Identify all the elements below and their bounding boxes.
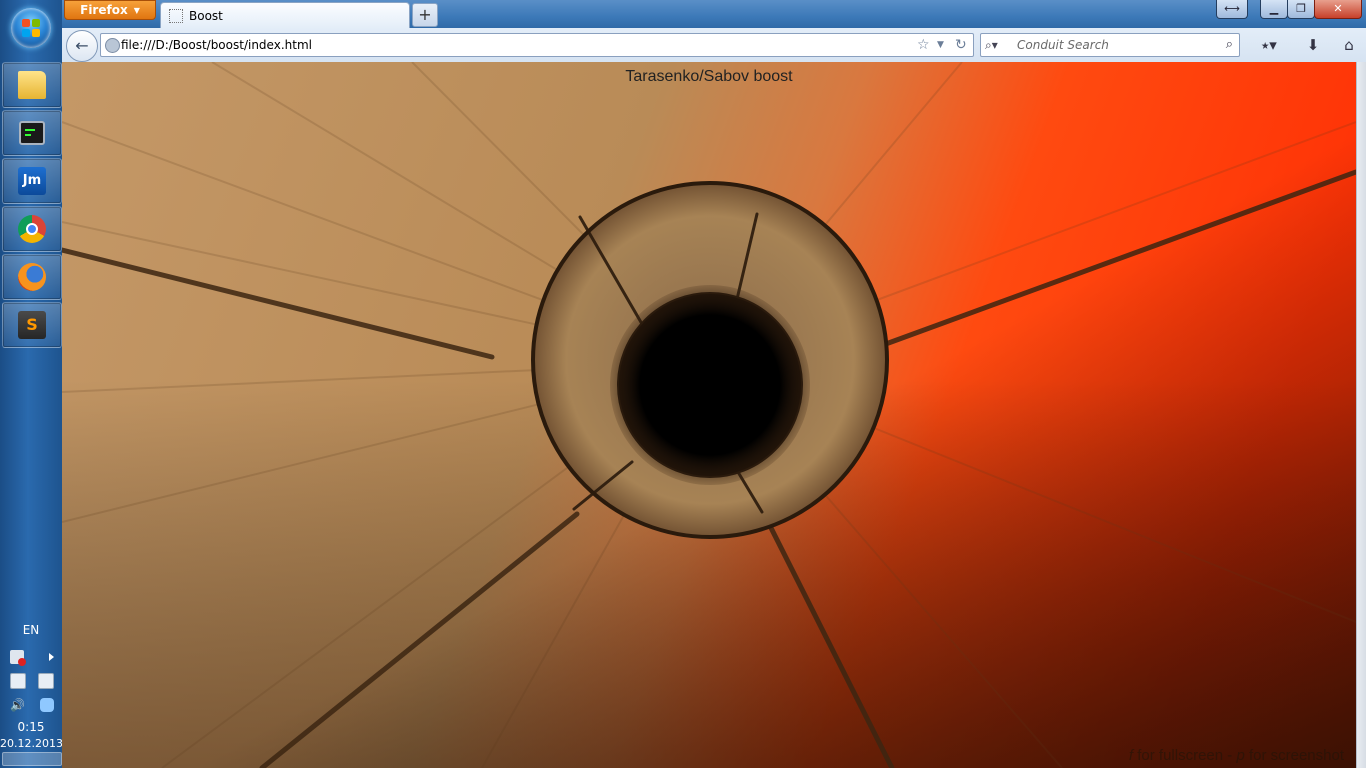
taskbar-jetbrains-button[interactable]: Jm [2,158,62,204]
back-button[interactable]: ← [66,30,98,62]
new-tab-button[interactable]: + [412,3,438,27]
system-tray: EN 🔊 0:15 20.12.2013 [0,615,63,768]
search-engine-icon[interactable]: ⌕▾ [985,34,998,56]
keyboard-hint: f for fullscreen - p for screenshot [1129,747,1344,764]
firefox-icon [18,263,46,291]
clipboard-icon[interactable] [10,673,26,689]
terminal-icon [19,121,45,145]
show-hidden-icons-arrow-icon[interactable] [49,653,54,661]
browser-titlebar: Firefox ▼ Boost + ⟷ ▁ ❐ ✕ [62,0,1366,29]
close-window-button[interactable]: ✕ [1314,0,1362,19]
bookmarks-icon: ⭑▾ [1261,36,1277,54]
taskbar-terminal-button[interactable] [2,110,62,156]
page-scrollbar[interactable] [1356,62,1366,768]
arrow-left-icon: ← [75,36,89,55]
action-center-flag-icon[interactable] [10,650,26,666]
hint-text-f: for fullscreen - [1133,747,1237,764]
page-favicon-icon [169,9,183,23]
sublime-text-icon: S [18,311,46,339]
minimize-icon: ▁ [1269,2,1279,15]
network-icon[interactable] [38,673,54,689]
restore-size-button[interactable]: ⟷ [1216,0,1248,19]
url-text[interactable]: file:///D:/Boost/boost/index.html [121,34,312,56]
volume-icon[interactable]: 🔊 [10,698,25,712]
show-desktop-button[interactable] [2,752,62,766]
hint-key-p: p [1236,747,1245,764]
reload-icon[interactable]: ↻ [955,34,967,56]
search-go-icon[interactable]: ⌕ [1226,34,1233,56]
folder-icon [18,71,46,99]
bluetooth-icon[interactable] [40,698,54,712]
language-indicator[interactable]: EN [0,623,62,637]
resize-arrows-icon: ⟷ [1224,2,1240,15]
home-button[interactable]: ⌂ [1338,34,1360,56]
download-arrow-icon: ⬇ [1306,36,1320,54]
firefox-menu-label: Firefox [80,3,128,17]
home-icon: ⌂ [1344,36,1354,54]
bookmark-star-icon[interactable]: ☆ [917,34,930,56]
site-identity-icon[interactable] [105,38,120,53]
tab-boost[interactable]: Boost [160,2,410,29]
close-icon: ✕ [1333,2,1343,15]
start-button[interactable] [11,8,51,48]
maximize-button[interactable]: ❐ [1287,0,1315,19]
tunnel-scene[interactable] [62,62,1356,768]
bookmarks-menu-button[interactable]: ⭑▾ [1258,34,1280,56]
navigation-toolbar: ← file:///D:/Boost/boost/index.html ☆ ▼ … [62,28,1366,63]
clock-date[interactable]: 20.12.2013 [0,737,63,750]
page-viewport: Tarasenko/Sabov boost f for fullscreen -… [62,62,1356,768]
tunnel-hole [610,285,810,485]
taskbar-chrome-button[interactable] [2,206,62,252]
chrome-icon [18,215,46,243]
search-bar[interactable]: ⌕▾ Conduit Search ⌕ [980,33,1240,57]
taskbar-explorer-button[interactable] [2,62,62,108]
search-input[interactable]: Conduit Search [1017,34,1109,56]
windows-logo-icon [22,19,40,37]
hint-text-p: for screenshot [1244,747,1344,764]
url-bar[interactable]: file:///D:/Boost/boost/index.html ☆ ▼ ↻ [100,33,974,57]
taskbar: Jm S EN 🔊 0:15 20.12.2013 [0,0,63,768]
firefox-menu-button[interactable]: Firefox ▼ [64,0,156,20]
maximize-icon: ❐ [1296,2,1306,15]
downloads-button[interactable]: ⬇ [1302,34,1324,56]
taskbar-firefox-button[interactable] [2,254,62,300]
chevron-down-icon: ▼ [133,5,140,15]
taskbar-sublime-button[interactable]: S [2,302,62,348]
jetbrains-icon: Jm [18,167,46,195]
clock-time[interactable]: 0:15 [0,720,62,734]
tab-title: Boost [189,9,223,23]
url-history-dropdown-icon[interactable]: ▼ [937,34,944,56]
minimize-button[interactable]: ▁ [1260,0,1288,19]
page-title: Tarasenko/Sabov boost [625,68,793,85]
